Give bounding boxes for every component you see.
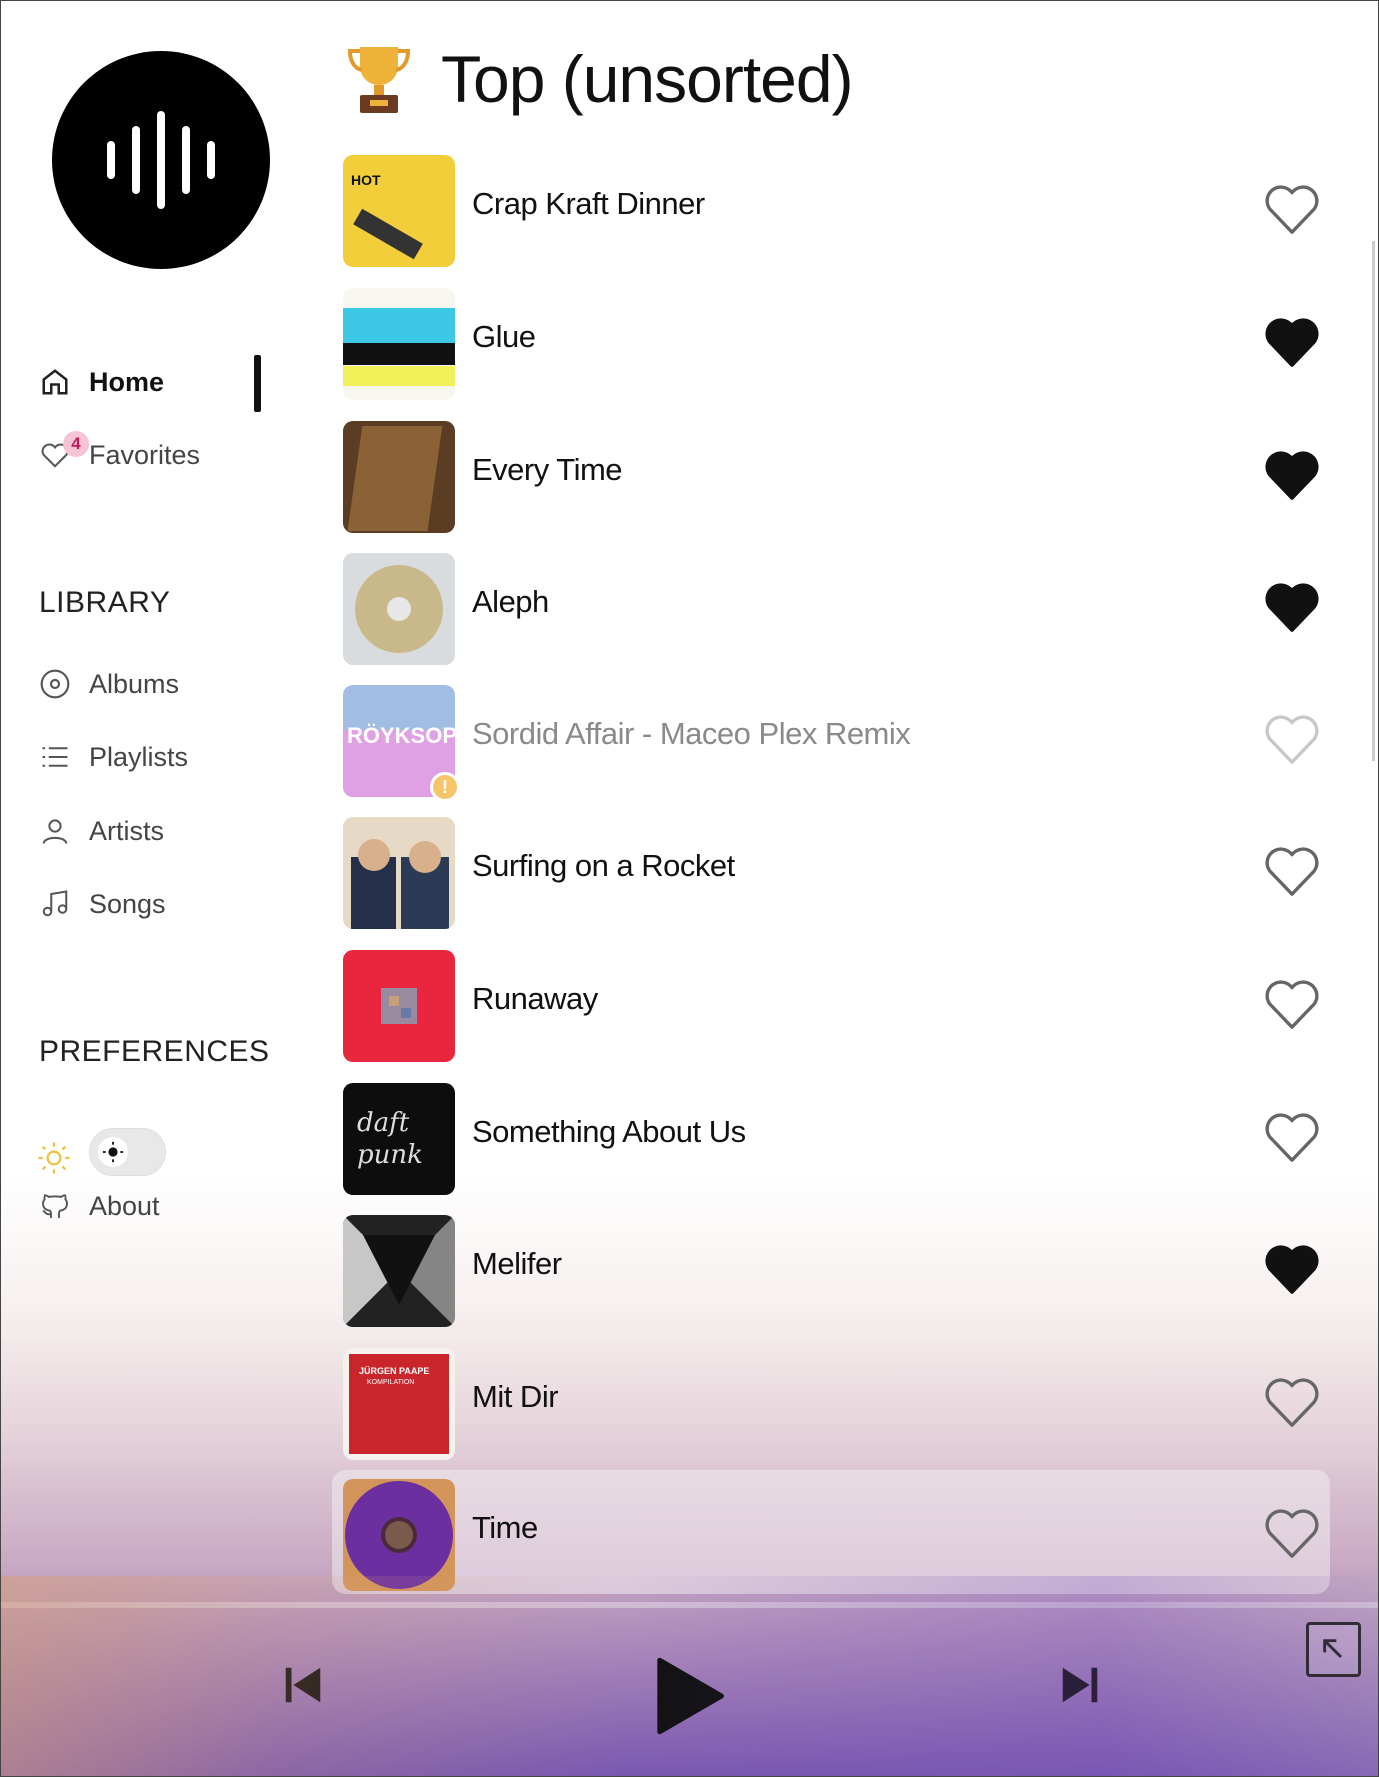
heart-outline-icon[interactable] — [1263, 1508, 1321, 1560]
preferences-heading: PREFERENCES — [39, 1035, 270, 1068]
previous-button[interactable] — [277, 1659, 329, 1711]
song-title: Something About Us — [472, 1114, 746, 1149]
song-title: Time — [472, 1510, 538, 1545]
heart-outline-icon[interactable] — [1263, 184, 1321, 236]
album-art — [343, 288, 455, 400]
heart-outline-icon[interactable] — [1263, 979, 1321, 1031]
song-title: Runaway — [472, 981, 598, 1016]
app-logo — [52, 51, 270, 269]
player-separator — [1, 1602, 1378, 1608]
active-indicator — [254, 355, 261, 412]
nav-home[interactable]: Home — [39, 362, 164, 402]
favorites-count-badge: 4 — [63, 431, 89, 457]
album-art — [343, 1215, 455, 1327]
heart-filled-icon[interactable] — [1263, 450, 1321, 502]
heart-filled-icon[interactable] — [1263, 582, 1321, 634]
heart-filled-icon[interactable] — [1263, 1244, 1321, 1296]
app-window: Home Favorites 4 LIBRARY Albums Playlist… — [0, 0, 1379, 1777]
song-row[interactable]: JÜRGEN PAAPE KOMPILATION Mit Dir — [332, 1339, 1330, 1463]
song-row[interactable]: HOT Crap Kraft Dinner — [332, 146, 1330, 270]
album-art — [343, 553, 455, 665]
expand-player-button[interactable] — [1306, 1622, 1361, 1677]
song-row[interactable]: Melifer — [332, 1206, 1330, 1330]
nav-songs-label: Songs — [89, 888, 166, 919]
nav-home-label: Home — [89, 366, 165, 397]
song-row[interactable]: Time — [332, 1470, 1330, 1594]
disc-icon — [39, 668, 71, 700]
svg-text:punk: punk — [357, 1140, 423, 1170]
play-icon — [657, 1657, 724, 1735]
music-note-icon — [39, 888, 71, 920]
song-title: Mit Dir — [472, 1379, 559, 1414]
svg-text:HOT: HOT — [351, 172, 381, 188]
album-art: daft punk — [343, 1083, 455, 1195]
song-title: Aleph — [472, 584, 549, 619]
heart-outline-icon[interactable] — [1263, 1112, 1321, 1164]
heart-outline-icon[interactable] — [1263, 846, 1321, 898]
svg-text:RÖYKSOPP: RÖYKSOPP — [347, 723, 455, 748]
nav-albums-label: Albums — [89, 668, 180, 699]
heart-outline-icon[interactable] — [1263, 714, 1321, 766]
song-title: Melifer — [472, 1246, 562, 1281]
song-row[interactable]: daft punk Something About Us — [332, 1074, 1330, 1198]
theme-toggle[interactable] — [89, 1128, 166, 1176]
album-art: HOT — [343, 155, 455, 267]
svg-text:KOMPILATION: KOMPILATION — [367, 1379, 414, 1386]
trophy-icon — [347, 47, 411, 113]
song-title: Every Time — [472, 452, 623, 487]
song-title: Crap Kraft Dinner — [472, 186, 705, 221]
user-icon — [39, 815, 71, 847]
warning-icon: ! — [430, 772, 460, 802]
song-row[interactable]: RÖYKSOPP! Sordid Affair - Maceo Plex Remi… — [332, 676, 1330, 802]
svg-text:JÜRGEN PAAPE: JÜRGEN PAAPE — [359, 1366, 429, 1376]
nav-playlists[interactable]: Playlists — [39, 737, 188, 777]
nav-albums[interactable]: Albums — [39, 664, 179, 704]
sun-icon — [38, 1142, 70, 1174]
song-row[interactable]: Surfing on a Rocket — [332, 808, 1330, 932]
song-title: Glue — [472, 319, 536, 354]
song-title: Surfing on a Rocket — [472, 848, 735, 883]
song-title: Sordid Affair - Maceo Plex Remix — [472, 716, 911, 751]
scrollbar[interactable] — [1372, 241, 1375, 761]
song-row[interactable]: Runaway — [332, 941, 1330, 1065]
skip-next-icon — [1062, 1667, 1098, 1703]
album-art — [343, 817, 455, 929]
nav-artists[interactable]: Artists — [39, 811, 164, 851]
nav-songs[interactable]: Songs — [39, 884, 166, 924]
github-icon — [39, 1190, 71, 1222]
heart-filled-icon[interactable] — [1263, 317, 1321, 369]
album-art — [343, 950, 455, 1062]
list-icon — [39, 741, 71, 773]
nav-favorites-label: Favorites — [89, 439, 201, 470]
nav-about[interactable]: About — [39, 1186, 160, 1226]
toggle-knob — [98, 1137, 128, 1167]
album-art — [343, 421, 455, 533]
nav-about-label: About — [89, 1190, 160, 1221]
album-art: JÜRGEN PAAPE KOMPILATION — [343, 1348, 455, 1460]
skip-previous-icon — [285, 1667, 321, 1703]
brightness-icon — [102, 1141, 124, 1163]
play-button[interactable] — [649, 1651, 729, 1741]
next-button[interactable] — [1054, 1659, 1106, 1711]
song-row[interactable]: Glue — [332, 279, 1330, 403]
song-row[interactable]: Aleph — [332, 544, 1330, 668]
arrow-up-left-icon — [1322, 1638, 1342, 1658]
nav-playlists-label: Playlists — [89, 741, 189, 772]
album-art — [343, 1479, 455, 1591]
nav-artists-label: Artists — [89, 815, 165, 846]
home-icon — [39, 366, 71, 398]
library-heading: LIBRARY — [39, 586, 171, 619]
song-row[interactable]: Every Time — [332, 412, 1330, 536]
page-title: Top (unsorted) — [441, 42, 854, 116]
svg-text:daft: daft — [357, 1108, 410, 1138]
heart-outline-icon[interactable] — [1263, 1377, 1321, 1429]
soundwave-icon — [107, 111, 215, 209]
